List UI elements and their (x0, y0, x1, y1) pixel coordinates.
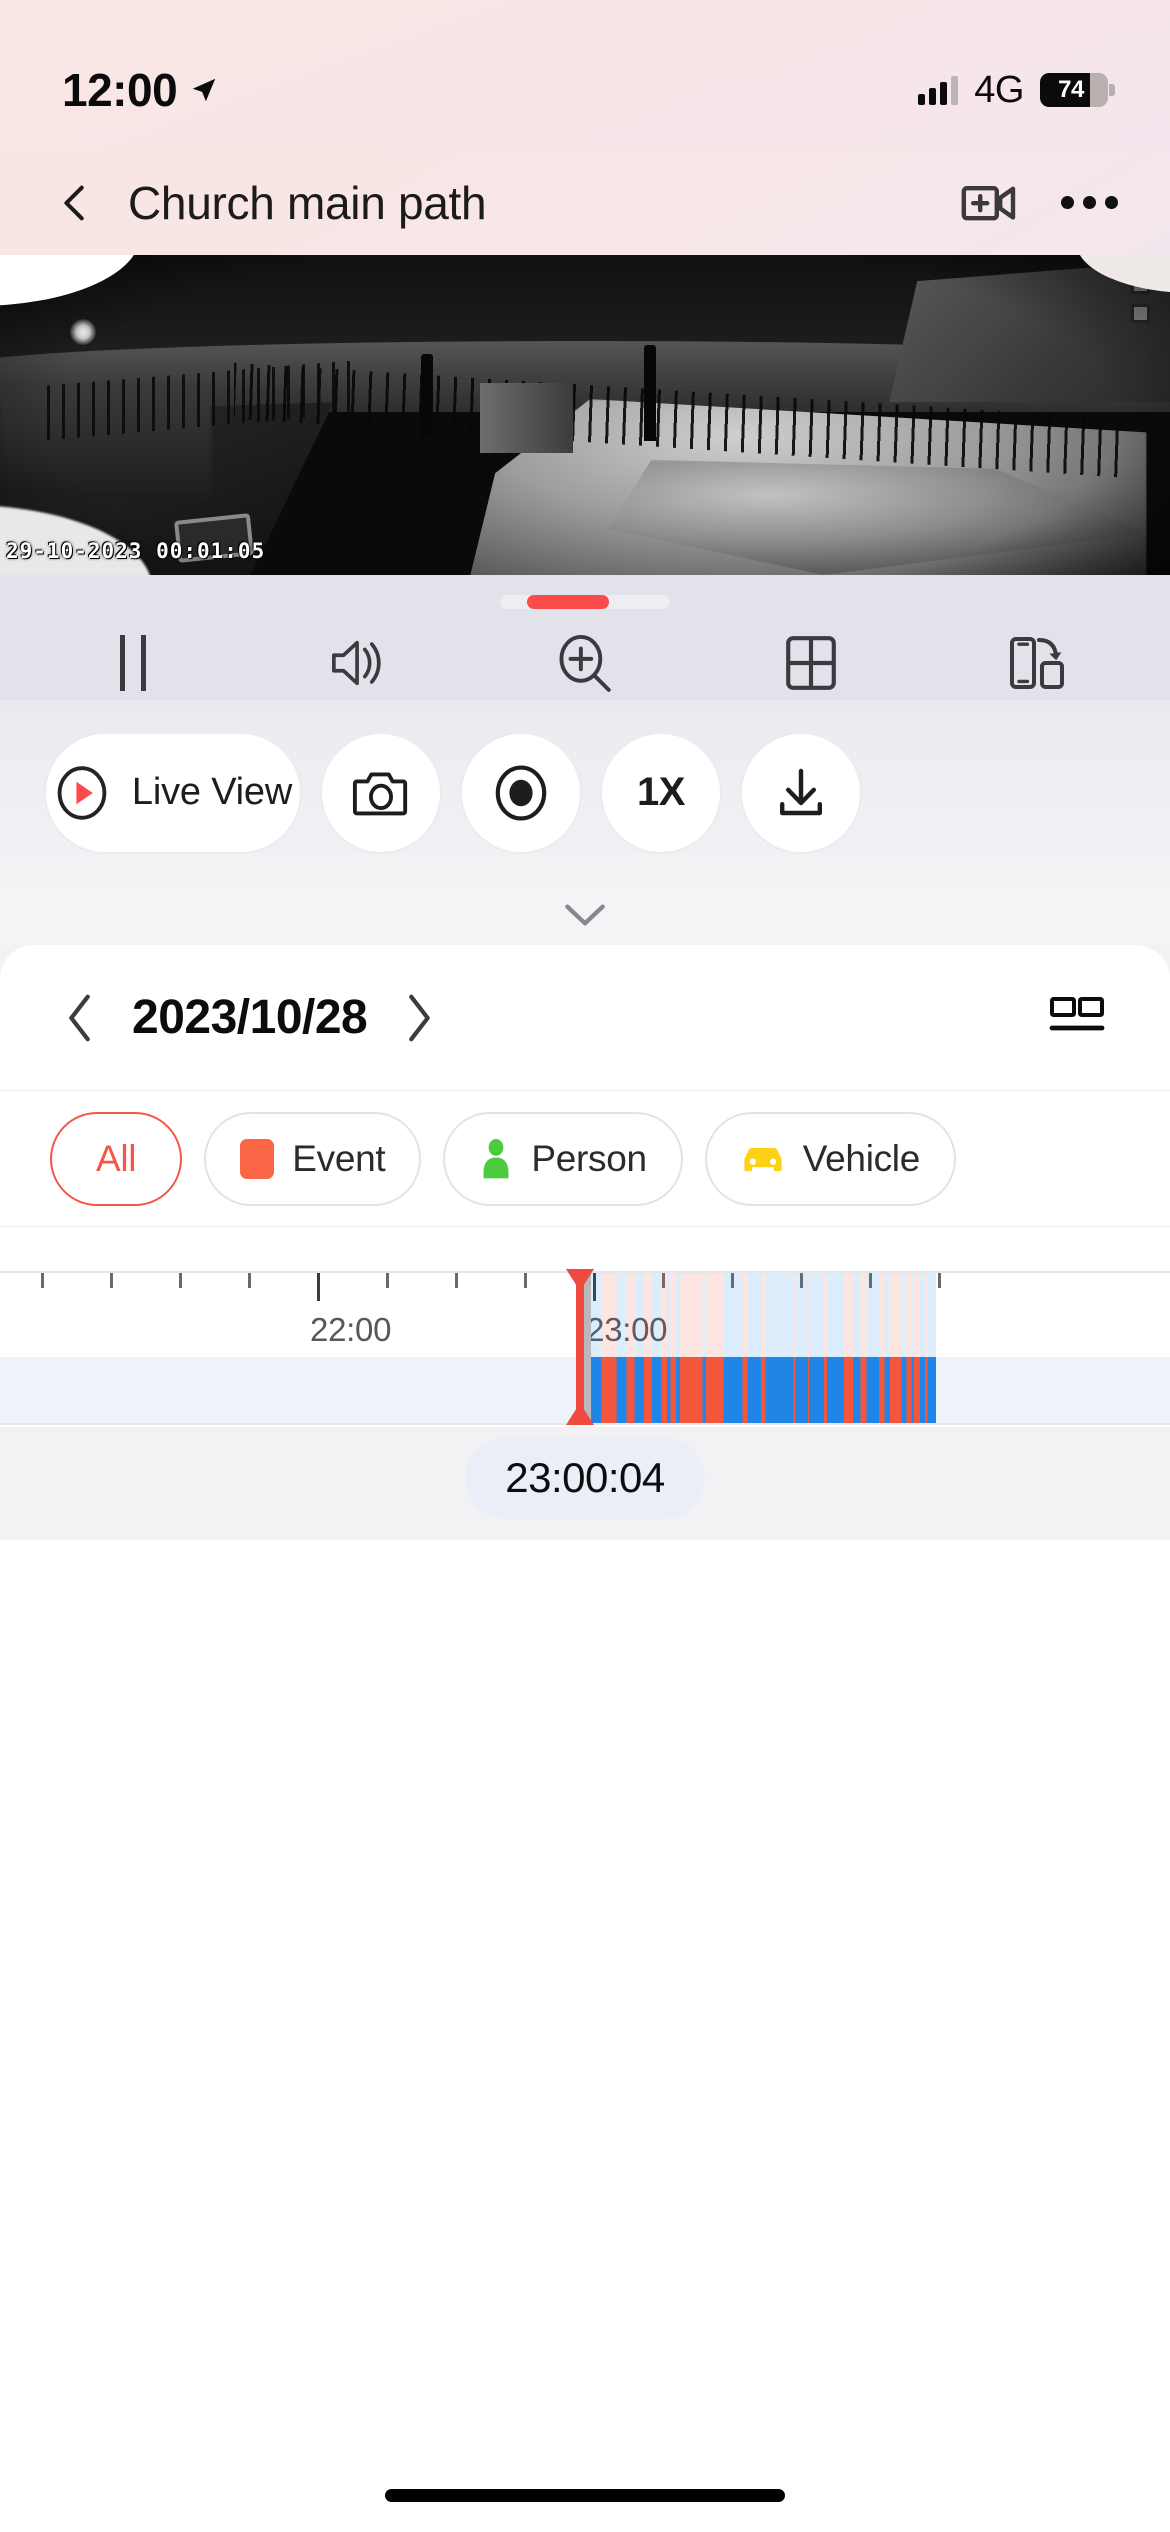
record-button[interactable] (462, 733, 580, 852)
status-time: 12:00 (62, 64, 178, 116)
page-title: Church main path (128, 176, 487, 229)
current-time-label: 23:00:04 (505, 1454, 665, 1501)
more-options-icon[interactable] (1061, 196, 1118, 209)
playhead-shadow (583, 1271, 592, 1423)
quad-view-button[interactable] (765, 630, 857, 696)
playback-speed-button[interactable]: 1X (602, 733, 720, 852)
current-time-pill: 23:00:04 (465, 1437, 705, 1519)
status-bar-right: 4G 74 (918, 68, 1115, 112)
timeline-hour-label: 22:00 (310, 1311, 392, 1348)
timeline-tick (317, 1273, 321, 1301)
live-view-button[interactable]: Live View (46, 733, 300, 852)
add-camera-icon[interactable] (961, 181, 1017, 225)
filter-chip-vehicle-label: Vehicle (802, 1137, 921, 1179)
recording-timeline[interactable]: 22:00 23:00 (0, 1227, 1170, 1427)
event-list-empty-area (0, 1540, 1170, 2532)
nav-actions (961, 181, 1118, 225)
home-indicator (385, 2489, 785, 2502)
date-nav-group: 2023/10/28 (62, 990, 437, 1045)
player-icon-row (0, 627, 1170, 699)
event-square-icon (240, 1138, 275, 1179)
playback-scrubber[interactable] (500, 595, 670, 609)
download-icon (780, 768, 822, 815)
back-chevron-icon[interactable] (52, 180, 98, 226)
live-view-label: Live View (131, 771, 293, 813)
calendar-view-icon[interactable] (1048, 995, 1108, 1041)
download-button[interactable] (742, 733, 860, 852)
chevron-down-icon (565, 904, 605, 926)
collapse-panel-button[interactable] (0, 885, 1170, 945)
status-bar: 12:00 4G 74 (0, 0, 1170, 150)
battery-percent-label: 74 (1058, 76, 1084, 103)
play-circle-icon (57, 765, 107, 820)
camera-icon (352, 772, 408, 815)
filter-chip-event[interactable]: Event (204, 1111, 422, 1206)
signal-strength-icon (918, 75, 959, 105)
timeline-tick (524, 1273, 528, 1288)
record-dot-icon (495, 764, 547, 821)
digital-zoom-button[interactable] (539, 630, 631, 696)
filter-chip-row: All Event Person Vehicle (0, 1091, 1170, 1226)
battery-icon: 74 (1040, 73, 1115, 107)
vehicle-icon (744, 1147, 782, 1171)
zoom-in-icon (559, 634, 611, 692)
timeline-tick (938, 1273, 942, 1288)
filter-chip-person[interactable]: Person (443, 1111, 683, 1206)
location-arrow-icon (192, 78, 216, 102)
timeline-tick (248, 1273, 252, 1288)
pause-button[interactable] (87, 630, 179, 696)
date-navigation-bar: 2023/10/28 (0, 945, 1170, 1090)
timeline-tick (386, 1273, 390, 1288)
rotate-screen-icon (1010, 637, 1064, 689)
action-button-row: Live View 1X (0, 700, 1170, 885)
status-bar-left: 12:00 (62, 63, 219, 117)
video-timestamp-overlay: 29-10-2023 00:01:05 (6, 539, 266, 563)
filter-chip-event-label: Event (292, 1137, 386, 1179)
person-icon (483, 1138, 509, 1178)
snapshot-button[interactable] (322, 733, 440, 852)
timeline-tick (179, 1273, 182, 1288)
pause-icon (120, 635, 146, 691)
player-control-strip (0, 575, 1170, 700)
chevron-left-icon[interactable] (62, 991, 98, 1045)
filter-chip-all[interactable]: All (50, 1111, 183, 1206)
volume-button[interactable] (313, 630, 405, 696)
timeline-recording-segment[interactable] (580, 1357, 936, 1423)
timeline-segment-haze (580, 1273, 936, 1357)
selected-date-label: 2023/10/28 (132, 991, 368, 1044)
rotate-screen-button[interactable] (991, 630, 1083, 696)
timeline-tick (455, 1273, 459, 1288)
filter-chip-vehicle[interactable]: Vehicle (704, 1111, 957, 1206)
filter-chip-all-label: All (96, 1137, 137, 1179)
playback-speed-label: 1X (637, 770, 685, 814)
timeline-tick (40, 1273, 44, 1288)
timeline-playhead[interactable] (566, 1269, 595, 1425)
network-type-label: 4G (974, 68, 1024, 111)
video-player[interactable]: 29-10-2023 00:01:05 (0, 255, 1170, 575)
camera-feed-image (0, 255, 1170, 575)
timeline-tick (109, 1273, 113, 1288)
nav-bar: Church main path (0, 150, 1170, 255)
filter-chip-person-label: Person (531, 1137, 647, 1179)
chevron-right-icon[interactable] (401, 991, 437, 1045)
volume-on-icon (332, 640, 381, 686)
grid-four-icon (786, 636, 836, 690)
scrubber-handle[interactable] (527, 595, 609, 609)
